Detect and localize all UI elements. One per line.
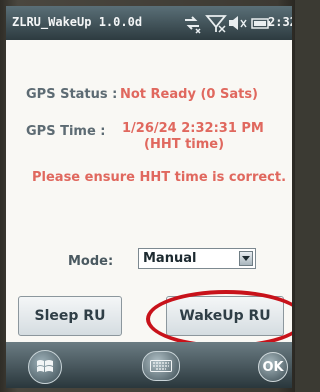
gps-time-value: 1/26/24 2:32:31 PM <box>122 121 264 136</box>
gps-time-note: (HHT time) <box>144 137 225 152</box>
volume-icon[interactable] <box>226 12 248 34</box>
keyboard-icon <box>150 360 172 372</box>
screen: ZLRU_WakeUp 1.0.0d 2:32 GPS Status : <box>6 6 292 388</box>
windows-start-icon <box>37 360 53 372</box>
gps-time-label: GPS Time : <box>26 124 106 139</box>
sync-icon[interactable] <box>181 12 203 34</box>
dropdown-arrow-icon[interactable] <box>239 251 253 266</box>
app-title: ZLRU_WakeUp 1.0.0d <box>12 15 143 29</box>
main-panel: GPS Status : Not Ready (0 Sats) GPS Time… <box>6 40 292 348</box>
device-frame: ZLRU_WakeUp 1.0.0d 2:32 GPS Status : <box>0 0 295 392</box>
no-signal-icon[interactable] <box>205 12 227 34</box>
mode-label: Mode: <box>68 254 114 269</box>
sleep-ru-button[interactable]: Sleep RU <box>18 296 122 336</box>
wakeup-ru-button[interactable]: WakeUp RU <box>166 296 284 336</box>
start-button[interactable] <box>28 350 62 384</box>
clock[interactable]: 2:32 <box>268 15 292 29</box>
keyboard-button[interactable] <box>142 351 180 381</box>
gps-status-label: GPS Status : <box>26 87 118 102</box>
mode-selected-value: Manual <box>143 251 197 266</box>
mode-select[interactable]: Manual <box>138 248 256 269</box>
ok-button[interactable]: OK <box>258 352 288 382</box>
task-bar: OK <box>6 342 292 388</box>
gps-status-value: Not Ready (0 Sats) <box>120 87 258 102</box>
status-bar: ZLRU_WakeUp 1.0.0d 2:32 <box>6 6 292 40</box>
hht-time-warning: Please ensure HHT time is correct. <box>32 170 287 185</box>
